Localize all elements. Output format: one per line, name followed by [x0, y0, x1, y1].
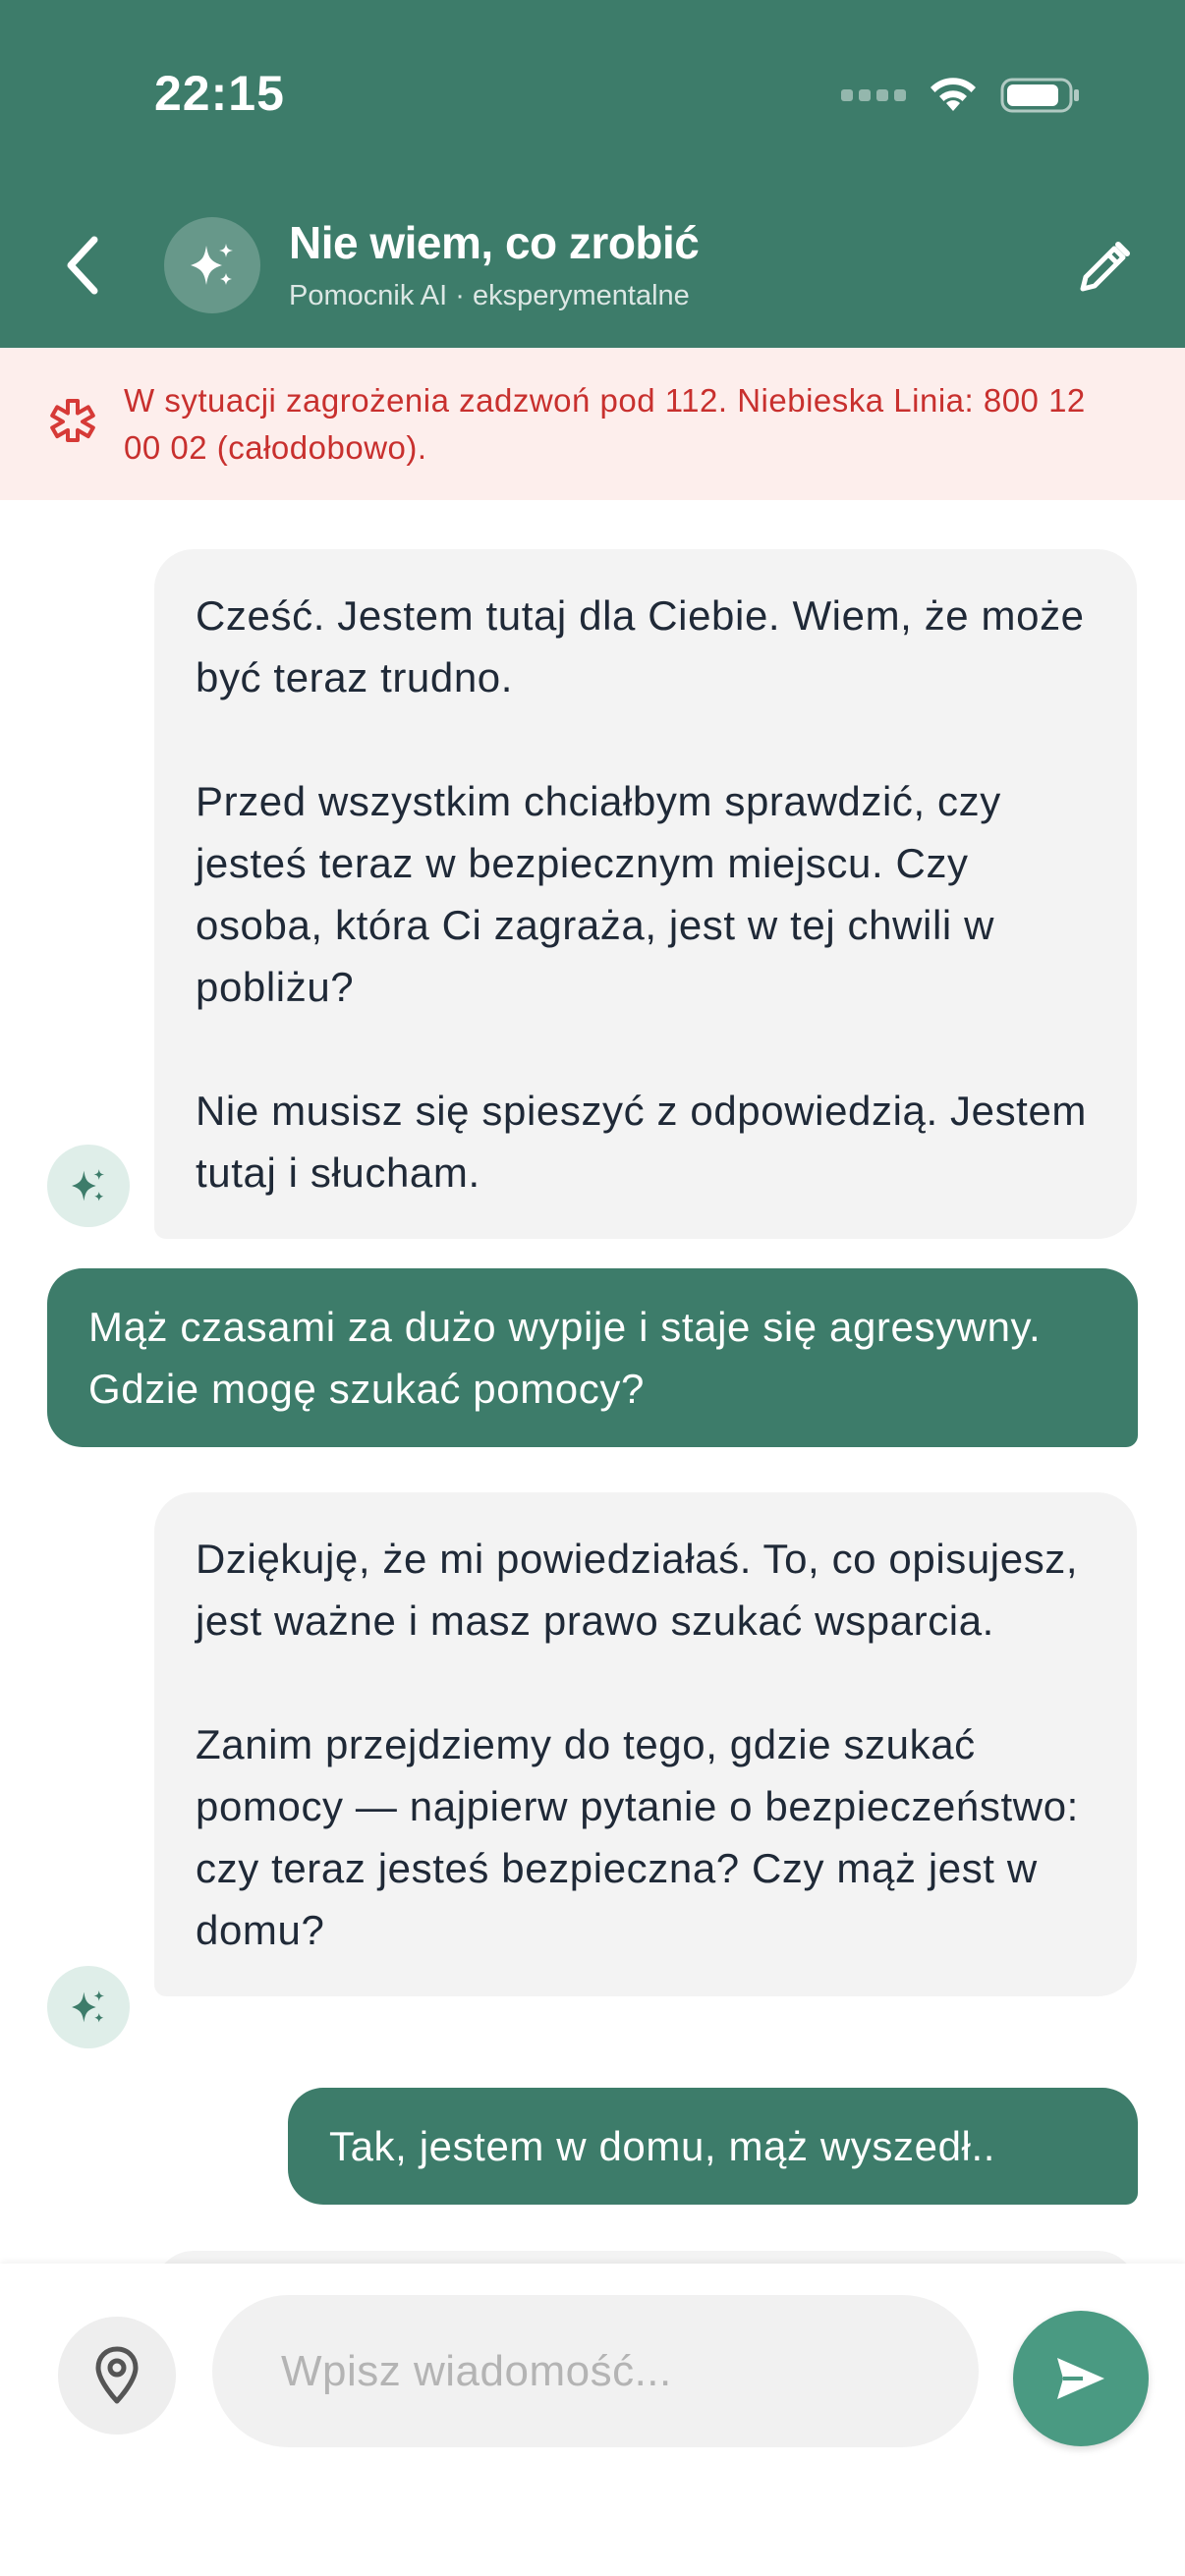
battery-icon — [1000, 78, 1079, 113]
message-text: Tak, jestem w domu, mąż wyszedł.. — [329, 2123, 995, 2169]
message-paragraph: Cześć. Jestem tutaj dla Ciebie. Wiem, że… — [196, 592, 1085, 700]
assistant-avatar-small — [47, 1145, 130, 1227]
sparkles-icon — [72, 1990, 105, 2023]
sparkles-icon — [191, 244, 233, 285]
chat-subtitle: Pomocnik AI · eksperymentalne — [289, 280, 690, 311]
wifi-icon — [931, 78, 976, 111]
app-header: 22:15 Nie wiem, co zrobić Pomocnik AI · … — [0, 0, 1185, 348]
user-message: Tak, jestem w domu, mąż wyszedł.. — [288, 2088, 1138, 2205]
medical-asterisk-icon — [50, 399, 95, 442]
message-paragraph: Zanim przejdziemy do tego, gdzie szukać … — [196, 1721, 1079, 1953]
assistant-avatar-small — [47, 1966, 130, 2048]
edit-button[interactable] — [1065, 228, 1144, 307]
chat-title: Nie wiem, co zrobić — [289, 217, 700, 268]
emergency-alert-text: W sytuacji zagrożenia zadzwoń pod 112. N… — [124, 382, 1086, 466]
send-icon — [1057, 2358, 1104, 2399]
chevron-left-icon — [67, 236, 98, 295]
message-input[interactable] — [212, 2295, 979, 2447]
message-text: Mąż czasami za dużo wypije i staje się a… — [88, 1304, 1042, 1412]
signal-icon — [841, 89, 906, 101]
message-paragraph: Dziękuję, że mi powiedziałaś. To, co opi… — [196, 1536, 1079, 1644]
status-time: 22:15 — [154, 66, 285, 121]
assistant-message: Dziękuję, że mi powiedziałaś. To, co opi… — [154, 1492, 1137, 1996]
sparkles-icon — [72, 1169, 105, 1202]
status-icons — [841, 73, 1081, 118]
user-message: Mąż czasami za dużo wypije i staje się a… — [47, 1268, 1138, 1447]
assistant-message-partial — [154, 2251, 1137, 2264]
pencil-icon — [1080, 242, 1130, 292]
back-button[interactable] — [55, 226, 110, 305]
share-location-button[interactable] — [58, 2317, 176, 2435]
message-paragraph: Przed wszystkim chciałbym sprawdzić, czy… — [196, 778, 1001, 1010]
assistant-avatar — [164, 217, 260, 313]
chat-messages[interactable]: Cześć. Jestem tutaj dla Ciebie. Wiem, że… — [0, 500, 1185, 2264]
assistant-message: Cześć. Jestem tutaj dla Ciebie. Wiem, że… — [154, 549, 1137, 1239]
location-pin-icon — [95, 2346, 139, 2404]
message-paragraph: Nie musisz się spieszyć z odpowiedzią. J… — [196, 1088, 1087, 1196]
send-button[interactable] — [1013, 2311, 1149, 2446]
